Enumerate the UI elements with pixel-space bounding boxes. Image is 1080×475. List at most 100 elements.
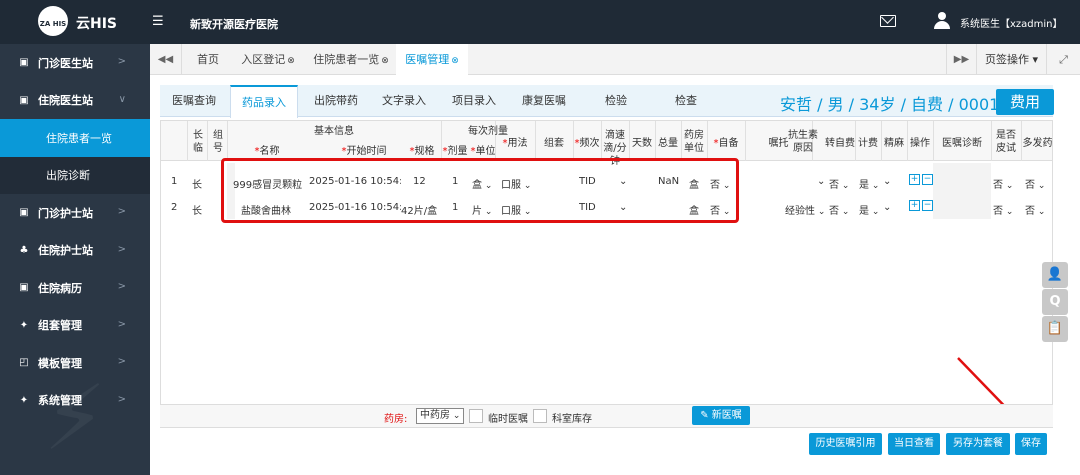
remove-row-icon[interactable]: − [922, 174, 933, 185]
close-icon[interactable]: ⊗ [287, 56, 295, 66]
sidebar-item-label: 组套管理 [38, 319, 82, 333]
chevron-right-icon: > [117, 318, 126, 330]
billing-select[interactable]: 是 [859, 176, 879, 191]
sidebar-sub-discharge-diagnosis[interactable]: 出院诊断 [0, 156, 150, 194]
tab-scroll-left-icon[interactable]: ◀◀ [150, 44, 182, 75]
mail-icon[interactable] [880, 15, 896, 27]
chevron-down-icon[interactable]: ⌄ [817, 176, 825, 187]
subtab-discharge-drugs[interactable]: 出院带药 [302, 85, 370, 117]
header-ops: 操作 [910, 138, 930, 149]
chevron-right-icon: > [117, 281, 126, 292]
multi-dispense-select[interactable]: 否 [1025, 202, 1045, 217]
header-billing: 计费 [858, 138, 878, 149]
close-icon[interactable]: ⊗ [381, 56, 389, 66]
close-icon[interactable]: ⊗ [451, 56, 459, 66]
tab-label: 首页 [197, 53, 219, 66]
remove-row-icon[interactable]: − [922, 200, 933, 211]
query-side-icon[interactable]: Q [1042, 289, 1068, 315]
sidebar-item-set-management[interactable]: ✦ 组套管理 > [0, 307, 150, 345]
header-unit: *单位 [470, 146, 496, 157]
new-order-label: 新医嘱 [711, 410, 742, 421]
header-antibiotic: 抗生素 原因 [788, 130, 818, 154]
page-ops-dropdown[interactable]: 页签操作 ▾ [976, 44, 1046, 75]
add-row-icon[interactable]: + [909, 174, 920, 185]
add-row-icon[interactable]: + [909, 200, 920, 211]
header-dose: *剂量 [442, 146, 468, 157]
save-as-set-button[interactable]: 另存为套餐 [946, 433, 1010, 455]
header-basic-info: 基本信息 [314, 126, 354, 137]
today-view-button[interactable]: 当日查看 [888, 433, 940, 455]
header-start-time: *开始时间 [341, 146, 387, 157]
tab-home[interactable]: 首页 [186, 44, 230, 75]
new-order-button[interactable]: ✎ 新医嘱 [692, 406, 750, 425]
chevron-right-icon: > [117, 206, 126, 217]
row-type: 长 [192, 180, 202, 191]
highlight-box [221, 158, 739, 223]
to-self-pay-select[interactable]: 否 [829, 176, 849, 191]
skin-test-select[interactable]: 否 [993, 202, 1013, 217]
sidebar: ▣ 门诊医生站 > ▣ 住院医生站 ∨ 住院患者一览 出院诊断 ▣ 门诊护士站 > ♣ 住院护… [0, 44, 150, 475]
sidebar-item-inpatient-records[interactable]: ▣ 住院病历 > [0, 269, 150, 307]
header-skin-test: 是否 皮试 [996, 130, 1016, 154]
user-side-icon[interactable]: 👤 [1042, 262, 1068, 288]
chevron-down-icon[interactable]: ⌄ [883, 202, 891, 213]
subtab-text-entry[interactable]: 文字录入 [370, 85, 438, 117]
chevron-down-icon[interactable]: ⌄ [883, 176, 891, 187]
subtab-exam[interactable]: 检查 [652, 85, 720, 117]
sidebar-item-inpatient-doctor[interactable]: ▣ 住院医生站 ∨ [0, 82, 150, 120]
tab-order-management[interactable]: 医嘱管理 ⊗ [396, 44, 468, 75]
user-name[interactable]: 系统医生【xzadmin】 [960, 15, 1063, 30]
chevron-down-icon: ∨ [118, 93, 126, 105]
header-freq: *频次 [574, 138, 600, 149]
save-button[interactable]: 保存 [1015, 433, 1047, 455]
tab-label: 住院患者一览 [313, 53, 380, 66]
dept-stock-checkbox[interactable] [533, 409, 547, 423]
row-ops: + − [909, 173, 935, 185]
sidebar-item-outpatient-nurse[interactable]: ▣ 门诊护士站 > [0, 194, 150, 232]
menu-toggle-icon[interactable]: ☰ [152, 14, 164, 29]
antibiotic-reason-select[interactable]: 经验性 [785, 202, 829, 217]
hospital-name: 新致开源医疗医院 [190, 18, 278, 31]
sidebar-item-outpatient-doctor[interactable]: ▣ 门诊医生站 > [0, 44, 150, 82]
header-set: 组套 [544, 138, 564, 149]
tab-inpatient-list[interactable]: 住院患者一览 ⊗ [308, 44, 394, 75]
sidebar-sub-inpatient-list[interactable]: 住院患者一览 [0, 119, 150, 157]
pharmacy-label: 药房: [384, 414, 408, 425]
header-long: 长临 [193, 130, 203, 154]
clipboard-side-icon[interactable]: 📋 [1042, 316, 1068, 342]
tab-label: 入区登记 [241, 53, 286, 66]
header-self-supplied: *自备 [713, 138, 739, 149]
subtab-rehab-order[interactable]: 康复医嘱 [510, 85, 578, 117]
header-order-diagnosis: 医嘱诊断 [942, 138, 982, 149]
multi-dispense-select[interactable]: 否 [1025, 176, 1045, 191]
subtab-item-entry[interactable]: 项目录入 [440, 85, 508, 117]
to-self-pay-select[interactable]: 否 [829, 202, 849, 217]
header-spec: *规格 [409, 146, 435, 157]
row-ops: + − [909, 199, 935, 211]
tab-admission[interactable]: 入区登记 ⊗ [234, 44, 302, 75]
temp-order-checkbox[interactable] [469, 409, 483, 423]
subtab-order-query[interactable]: 医嘱查询 [160, 85, 228, 117]
monitor-icon: ▣ [19, 207, 29, 219]
sidebar-item-label: 门诊护士站 [38, 206, 93, 220]
billing-select[interactable]: 是 [859, 202, 879, 217]
fee-button[interactable]: 费用 [996, 89, 1054, 115]
skin-test-select[interactable]: 否 [993, 176, 1013, 191]
history-order-ref-button[interactable]: 历史医嘱引用 [809, 433, 882, 455]
his-logo: ZA HIS [38, 6, 68, 36]
header-days: 天数 [632, 138, 652, 149]
fullscreen-icon[interactable]: ⤢ [1046, 44, 1080, 75]
tab-label: 医嘱管理 [405, 53, 450, 66]
user-icon[interactable] [934, 12, 950, 30]
row-index: 2 [171, 202, 178, 213]
monitor-icon: ▣ [19, 282, 29, 294]
order-bottom-bar: 药房: 中药房 临时医嘱 科室库存 [160, 404, 1053, 428]
sidebar-item-inpatient-nurse[interactable]: ♣ 住院护士站 > [0, 232, 150, 270]
pharmacy-select[interactable]: 中药房 [416, 408, 464, 424]
subtab-drug-entry[interactable]: 药品录入 [230, 85, 298, 118]
tab-scroll-right-icon[interactable]: ▶▶ [946, 44, 976, 75]
gears-icon: ✦ [19, 319, 29, 331]
header-group: 组号 [213, 130, 223, 154]
monitor-icon: ▣ [19, 57, 29, 69]
subtab-lab[interactable]: 检验 [582, 85, 650, 117]
